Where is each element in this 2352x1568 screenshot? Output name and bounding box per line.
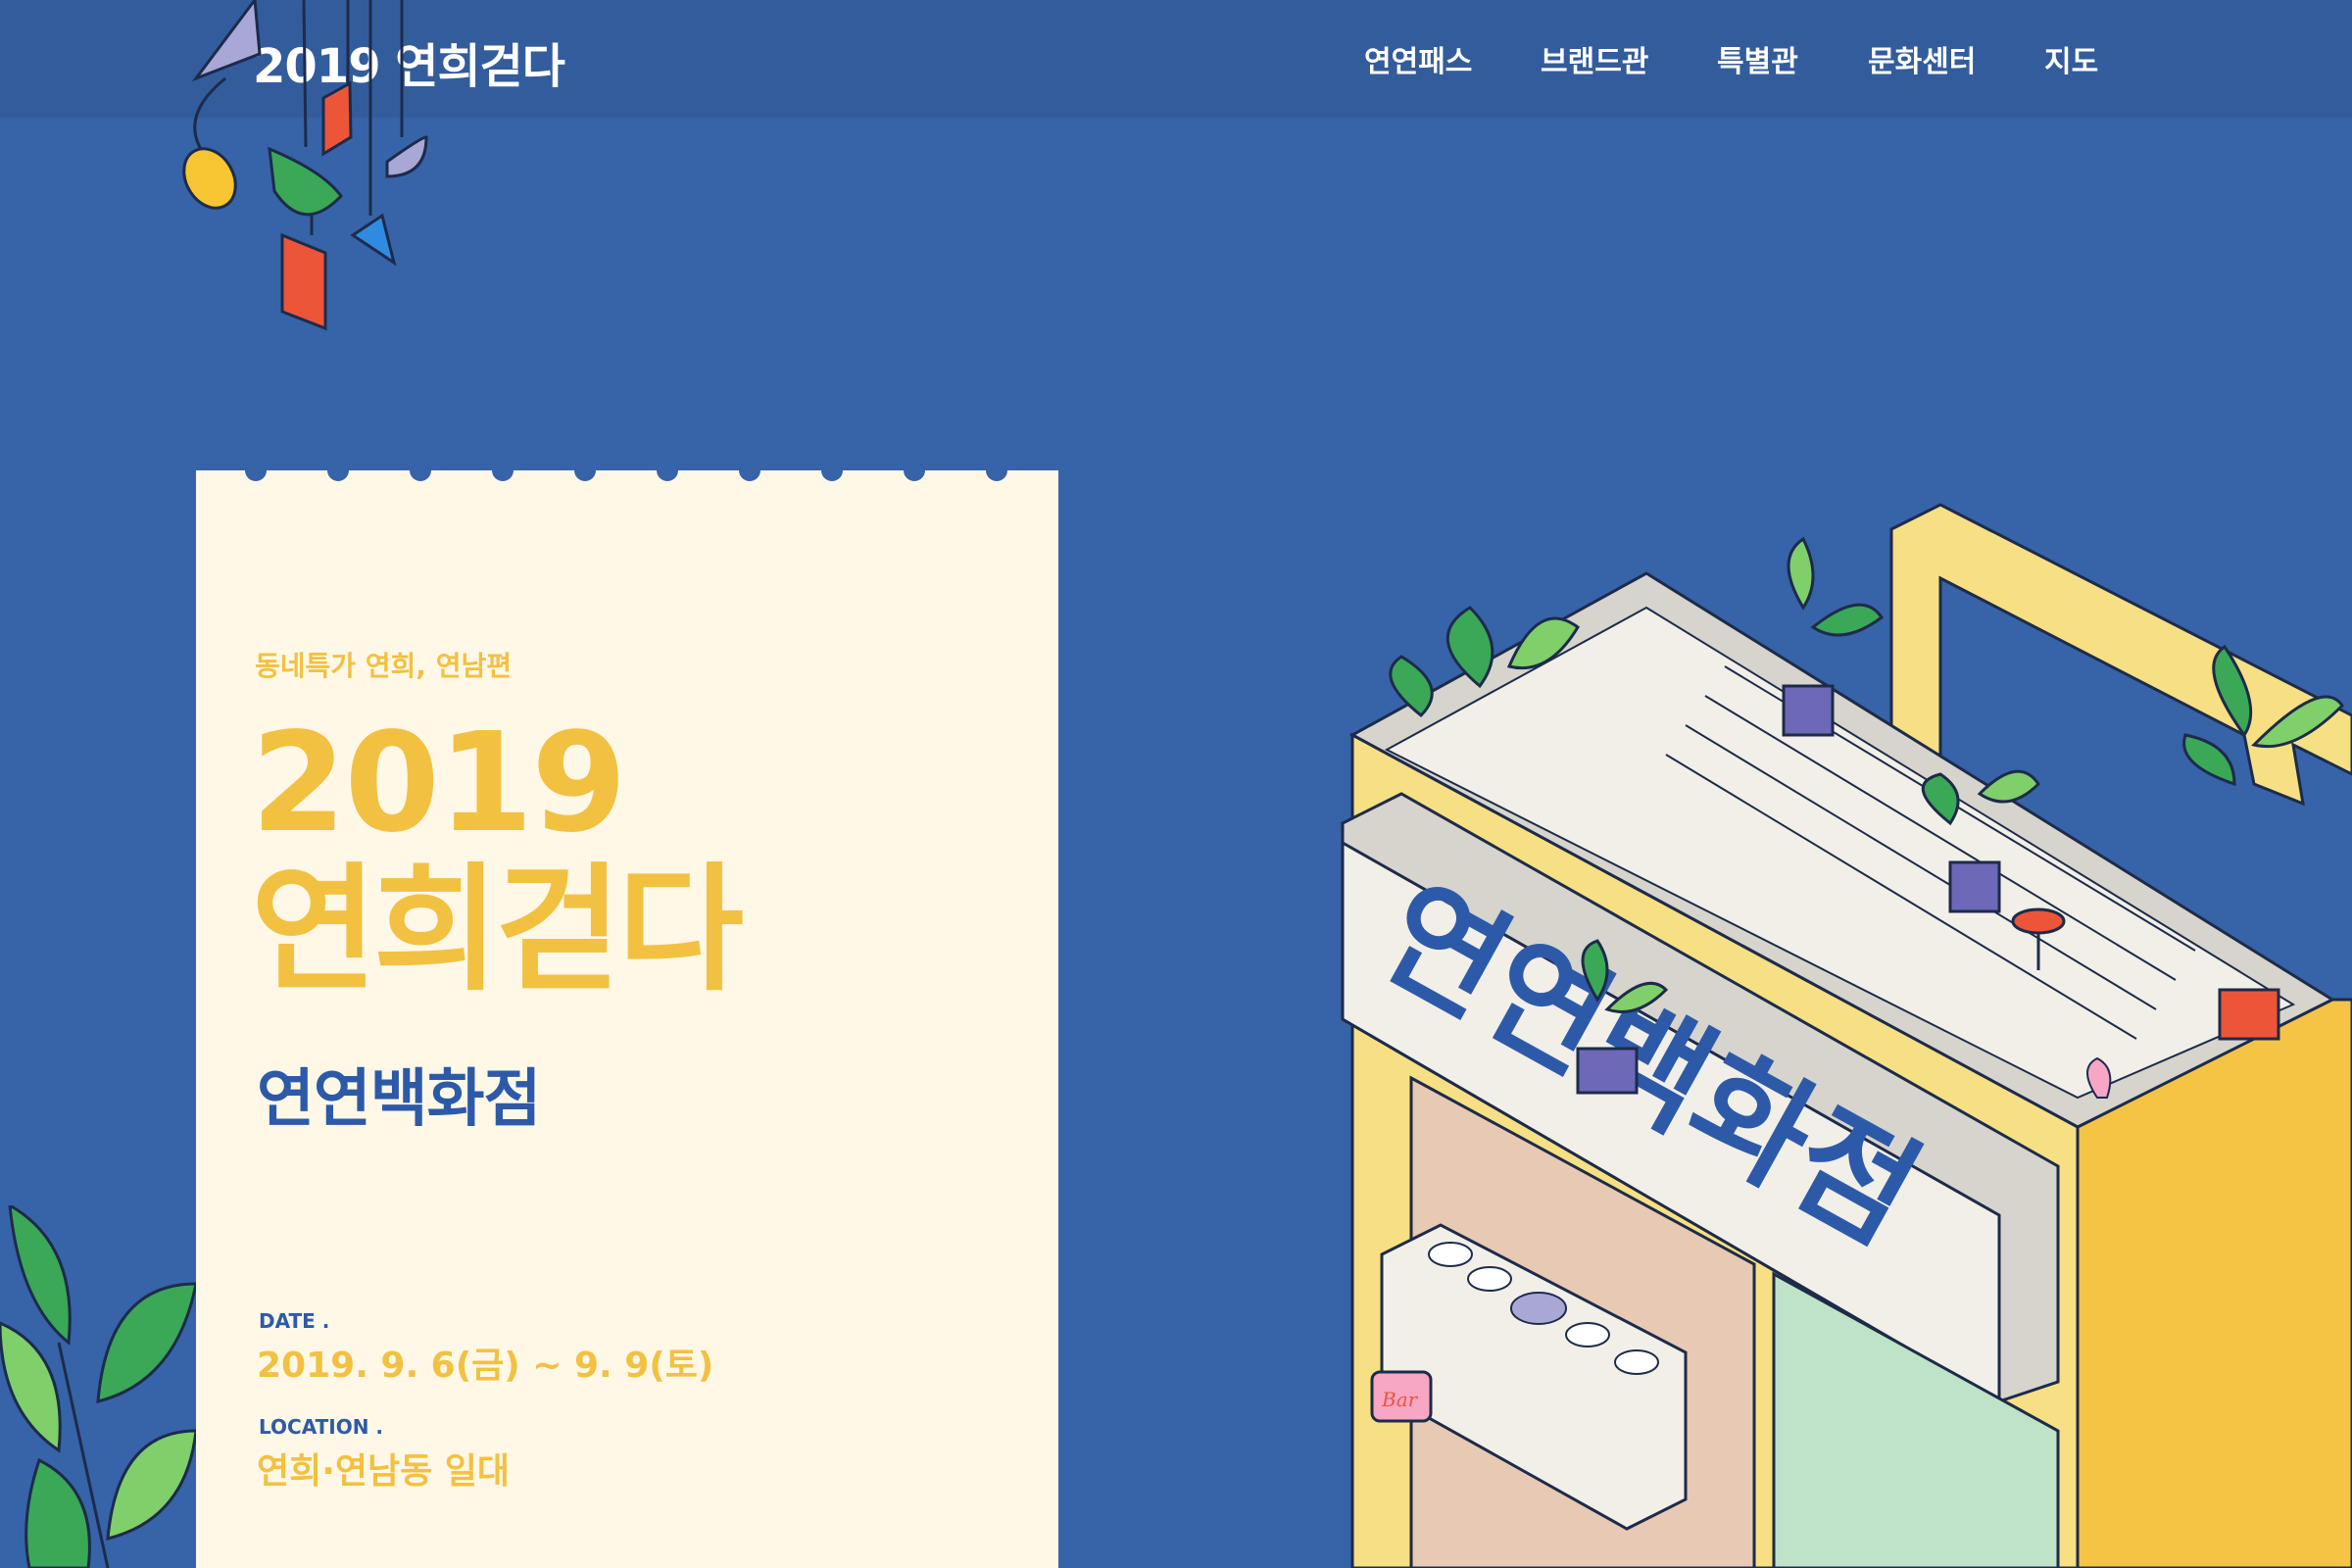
ticket-hole: [739, 460, 760, 481]
store-name: 연연백화점: [257, 1063, 541, 1136]
event-year: 2019: [251, 704, 627, 863]
ticket-hole: [986, 460, 1007, 481]
location-label: LOCATION .: [259, 1415, 384, 1439]
hanging-mobile-decoration: [182, 0, 428, 331]
nav-item-culture[interactable]: 문화센터: [1868, 37, 1976, 80]
date-value: 2019. 9. 6(금) ~ 9. 9(토): [257, 1346, 714, 1386]
event-subtitle: 동네특가 연희, 연남편: [255, 650, 512, 682]
plant-leaves-decoration: [0, 1205, 196, 1568]
event-ticket-card: 동네특가 연희, 연남편 2019 연희걷다 연연백화점 DATE . 2019…: [196, 460, 1058, 1568]
ticket-hole: [410, 460, 431, 481]
ticket-hole: [904, 460, 925, 481]
nav-item-special[interactable]: 특별관: [1717, 37, 1798, 80]
nav-item-pass[interactable]: 연연패스: [1364, 37, 1472, 80]
ticket-hole: [657, 460, 678, 481]
ticket-hole: [821, 460, 843, 481]
date-label: DATE .: [259, 1309, 330, 1333]
ticket-hole: [574, 460, 596, 481]
ticket-hole: [492, 460, 514, 481]
location-value: 연희·연남동 일대: [257, 1451, 511, 1492]
bar-sign-text: Bar: [1381, 1388, 1419, 1411]
event-title: 연희걷다: [251, 851, 744, 1010]
store-illustration: 연연백화점 Bar: [1341, 503, 2352, 1568]
nav-item-map[interactable]: 지도: [2044, 37, 2098, 80]
ticket-hole: [327, 460, 349, 481]
ticket-hole: [245, 460, 267, 481]
nav-item-brand[interactable]: 브랜드관: [1541, 37, 1648, 80]
